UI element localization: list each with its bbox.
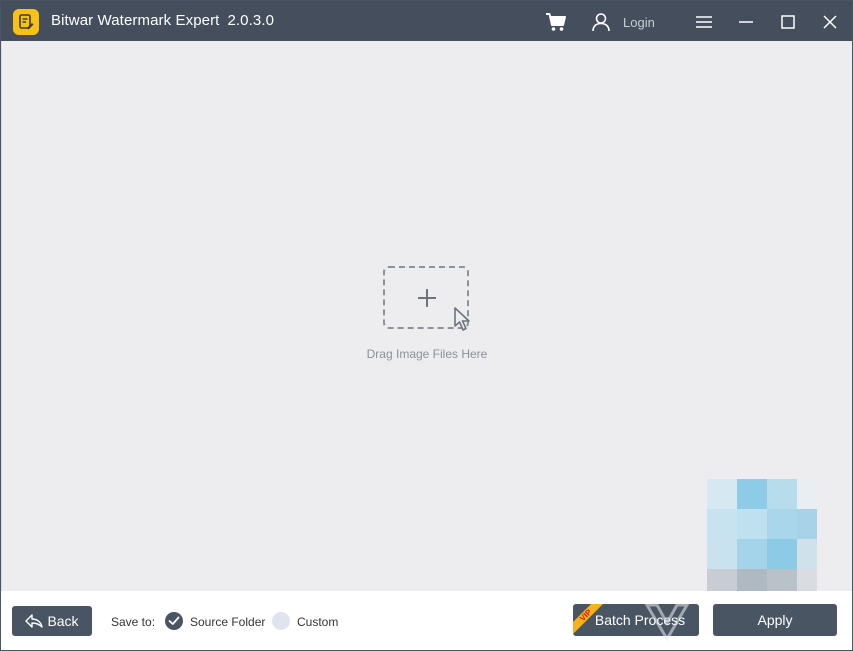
- close-icon[interactable]: [817, 9, 843, 35]
- back-label: Back: [47, 613, 79, 629]
- apply-label: Apply: [757, 612, 793, 628]
- maximize-icon[interactable]: [775, 9, 801, 35]
- save-to-label: Save to:: [111, 615, 156, 629]
- vip-badge-icon: VIP: [573, 604, 603, 634]
- pointer-cursor-icon: [454, 307, 470, 331]
- custom-radio[interactable]: [272, 612, 290, 630]
- back-button[interactable]: Back: [12, 606, 92, 636]
- app-name: Bitwar Watermark Expert: [51, 12, 220, 29]
- login-link[interactable]: Login: [623, 15, 655, 30]
- minimize-icon[interactable]: [733, 9, 759, 35]
- batch-process-label: Batch Process: [594, 612, 686, 628]
- app-version: 2.0.3.0: [227, 12, 275, 29]
- apply-button[interactable]: Apply: [713, 604, 837, 636]
- check-icon: [168, 616, 180, 625]
- source-folder-radio[interactable]: [165, 612, 183, 630]
- batch-process-button[interactable]: VIP Batch Process: [573, 604, 699, 636]
- menu-icon[interactable]: [691, 9, 717, 35]
- back-arrow-icon: [25, 614, 44, 628]
- title-bar[interactable]: Bitwar Watermark Expert 2.0.3.0 Login: [1, 1, 852, 41]
- app-title: Bitwar Watermark Expert 2.0.3.0: [51, 12, 274, 29]
- drop-area[interactable]: Drag Image Files Here: [1, 41, 852, 631]
- app-logo-icon: [13, 9, 39, 35]
- custom-label[interactable]: Custom: [297, 615, 338, 629]
- drop-hint: Drag Image Files Here: [366, 347, 488, 361]
- bottom-toolbar: Back Save to: Source Folder Custom VIP B…: [1, 591, 852, 650]
- source-folder-label[interactable]: Source Folder: [190, 615, 265, 629]
- user-icon[interactable]: [588, 9, 614, 35]
- plus-icon: [418, 289, 436, 307]
- cart-icon[interactable]: [543, 9, 569, 35]
- app-window: Bitwar Watermark Expert 2.0.3.0 Login Dr…: [0, 0, 853, 651]
